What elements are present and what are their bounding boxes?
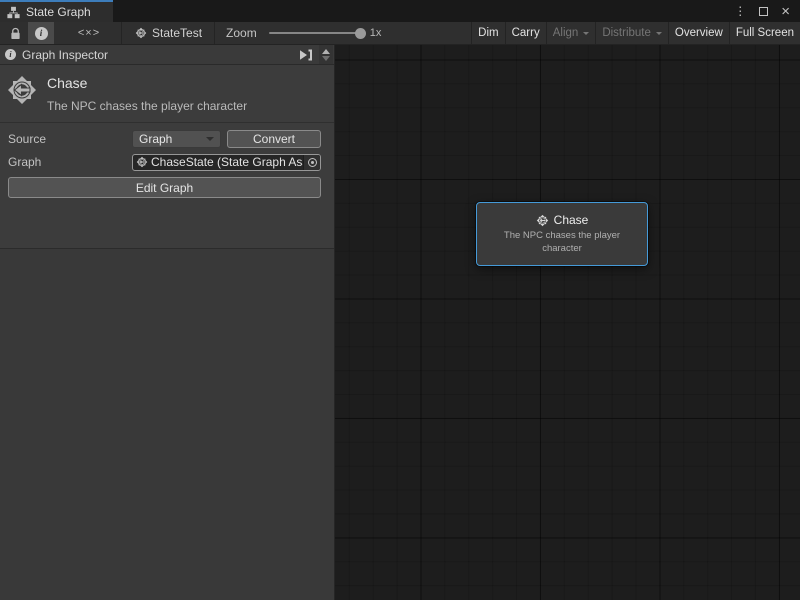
source-dropdown-value: Graph bbox=[139, 132, 172, 146]
zoom-value: 1x bbox=[370, 27, 382, 39]
dim-button-label: Dim bbox=[478, 27, 498, 39]
breadcrumb-label: StateTest bbox=[152, 26, 202, 40]
source-dropdown[interactable]: Graph bbox=[132, 130, 221, 148]
state-graph-icon bbox=[136, 156, 148, 168]
zoom-slider[interactable] bbox=[269, 32, 359, 34]
graph-object-value: ChaseState (State Graph Asset) bbox=[151, 155, 303, 169]
tab-state-graph[interactable]: State Graph bbox=[0, 0, 113, 22]
inspector-properties: Source Graph Convert Graph bbox=[0, 123, 334, 171]
code-brackets-icon: <×> bbox=[78, 27, 100, 39]
graph-object-field[interactable]: ChaseState (State Graph Asset) bbox=[132, 154, 321, 171]
graph-toolbar: i <×> StateTest Zoom 1x Dim Carry Align bbox=[0, 22, 800, 45]
source-row: Source Graph Convert bbox=[8, 130, 321, 148]
convert-button[interactable]: Convert bbox=[227, 130, 321, 148]
state-graph-window: State Graph ⋮ × i <×> StateTest Zoom bbox=[0, 0, 800, 600]
object-picker-icon bbox=[308, 158, 317, 167]
full-screen-button-label: Full Screen bbox=[736, 27, 794, 39]
graph-label: Graph bbox=[8, 155, 132, 169]
dock-panel-button[interactable] bbox=[295, 49, 317, 61]
overview-button[interactable]: Overview bbox=[668, 22, 729, 44]
node-description: The NPC chases the player character bbox=[486, 230, 638, 255]
distribute-button-label: Distribute bbox=[602, 27, 651, 39]
tab-bar: State Graph ⋮ × bbox=[0, 0, 800, 22]
source-label: Source bbox=[8, 132, 132, 146]
inspector-title: Graph Inspector bbox=[22, 48, 108, 62]
window-close-icon[interactable]: × bbox=[781, 4, 790, 19]
convert-button-label: Convert bbox=[253, 132, 295, 146]
scroll-up-icon[interactable] bbox=[322, 49, 330, 54]
state-title: Chase bbox=[47, 75, 247, 91]
toolbar-separator bbox=[214, 22, 215, 44]
lock-icon bbox=[10, 27, 21, 40]
lock-button[interactable] bbox=[2, 22, 28, 44]
state-summary-text: Chase The NPC chases the player characte… bbox=[47, 72, 247, 113]
graph-hierarchy-icon bbox=[7, 6, 20, 19]
scroll-spinner bbox=[319, 45, 333, 64]
code-view-button[interactable]: <×> bbox=[75, 22, 103, 44]
window-maximize-icon[interactable] bbox=[759, 7, 768, 16]
state-description: The NPC chases the player character bbox=[47, 99, 247, 113]
zoom-label: Zoom bbox=[226, 26, 257, 40]
node-title: Chase bbox=[554, 213, 589, 227]
window-controls: ⋮ × bbox=[734, 0, 800, 22]
inspector-toggle-button[interactable]: i bbox=[28, 22, 54, 44]
graph-inspector-panel: i Graph Inspector Chase The NPC c bbox=[0, 45, 335, 600]
state-graph-icon bbox=[6, 74, 38, 106]
chevron-down-icon bbox=[583, 32, 589, 38]
overview-button-label: Overview bbox=[675, 27, 723, 39]
zoom-slider-handle[interactable] bbox=[355, 28, 366, 39]
distribute-button[interactable]: Distribute bbox=[595, 22, 668, 44]
edit-graph-button[interactable]: Edit Graph bbox=[8, 177, 321, 198]
state-graph-icon bbox=[536, 214, 549, 227]
inspector-empty-section bbox=[0, 248, 334, 600]
chevron-down-icon bbox=[656, 32, 662, 38]
carry-button-label: Carry bbox=[512, 27, 540, 39]
full-screen-button[interactable]: Full Screen bbox=[729, 22, 800, 44]
state-node-chase[interactable]: Chase The NPC chases the player characte… bbox=[476, 202, 648, 266]
toolbar-right-group: Dim Carry Align Distribute Overview Full… bbox=[471, 22, 800, 44]
node-title-row: Chase bbox=[536, 213, 589, 227]
breadcrumb[interactable]: StateTest bbox=[122, 22, 214, 44]
info-icon: i bbox=[5, 49, 16, 60]
dock-arrow-icon bbox=[299, 49, 313, 61]
info-icon: i bbox=[35, 27, 48, 40]
state-graph-icon bbox=[135, 27, 147, 39]
scroll-down-icon[interactable] bbox=[322, 56, 330, 61]
dim-button[interactable]: Dim bbox=[471, 22, 504, 44]
window-menu-icon[interactable]: ⋮ bbox=[734, 5, 746, 17]
graph-row: Graph ChaseState (State Graph Asset) bbox=[8, 153, 321, 171]
align-button-label: Align bbox=[553, 27, 579, 39]
inspector-header: i Graph Inspector bbox=[0, 45, 334, 65]
tab-label: State Graph bbox=[26, 5, 91, 19]
main-split: i Graph Inspector Chase The NPC c bbox=[0, 45, 800, 600]
align-button[interactable]: Align bbox=[546, 22, 596, 44]
chevron-down-icon bbox=[206, 137, 214, 145]
graph-canvas[interactable]: Chase The NPC chases the player characte… bbox=[335, 45, 800, 600]
state-summary: Chase The NPC chases the player characte… bbox=[0, 65, 334, 123]
object-picker-button[interactable] bbox=[303, 155, 320, 170]
carry-button[interactable]: Carry bbox=[505, 22, 546, 44]
edit-graph-button-label: Edit Graph bbox=[136, 181, 193, 195]
